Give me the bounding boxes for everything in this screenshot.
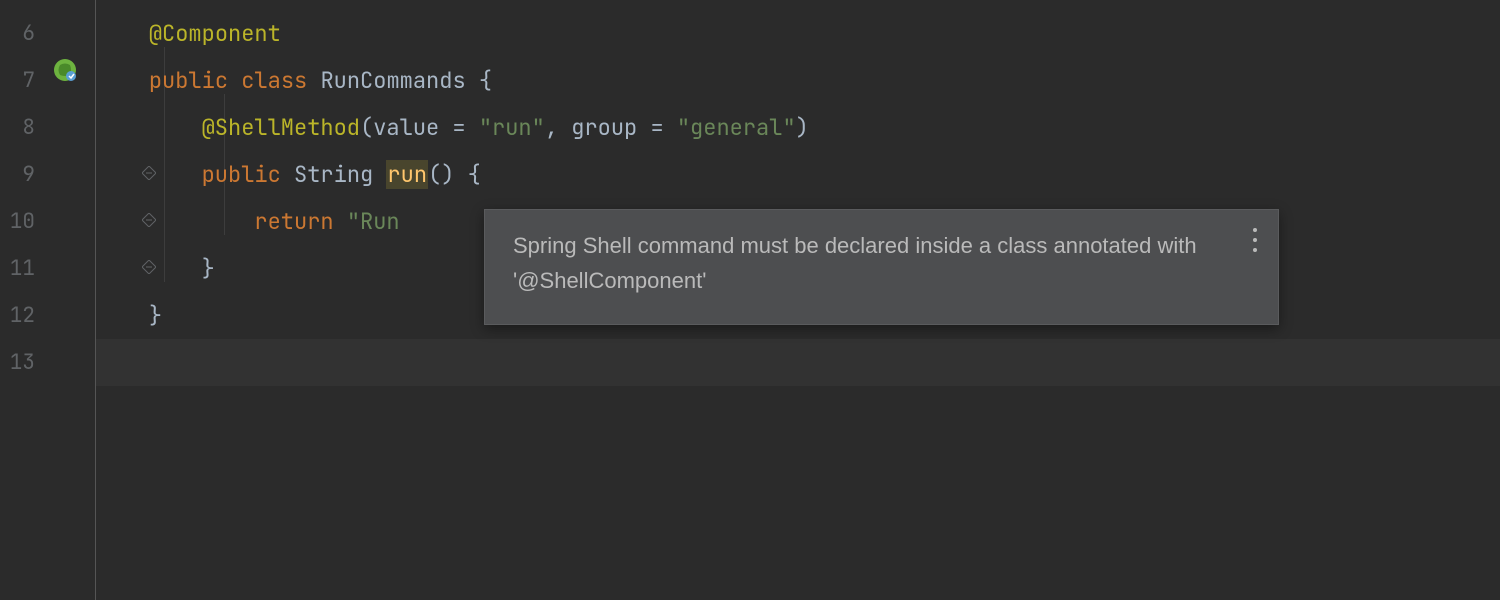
closing-brace: } xyxy=(149,301,162,330)
string-literal-partial: "Run xyxy=(347,207,400,236)
method-name-warning: run xyxy=(386,160,428,189)
line-numbers: 6 7 8 9 10 11 12 13 xyxy=(0,10,95,386)
line-number[interactable]: 7 xyxy=(0,57,95,104)
line-number[interactable]: 13 xyxy=(0,339,95,386)
code-line-7[interactable]: public class RunCommands { xyxy=(96,57,1500,104)
annotation-component: @Component xyxy=(149,19,281,48)
tooltip-message: Spring Shell command must be declared in… xyxy=(513,233,1197,293)
code-line-8[interactable]: @ShellMethod(value = "run", group = "gen… xyxy=(96,104,1500,151)
keyword-return: return xyxy=(254,207,333,236)
keyword-public: public xyxy=(149,66,228,95)
spring-bean-gutter-icon[interactable] xyxy=(52,57,78,83)
editor-gutter: 6 7 8 9 10 11 12 13 xyxy=(0,0,95,600)
line-number[interactable]: 9 xyxy=(0,151,95,198)
code-line-6[interactable]: @Component xyxy=(96,10,1500,57)
keyword-public: public xyxy=(202,160,281,189)
code-line-9[interactable]: public String run() { xyxy=(96,151,1500,198)
line-number[interactable]: 10 xyxy=(0,198,95,245)
type-string: String xyxy=(294,160,373,189)
tooltip-more-vertical-icon[interactable] xyxy=(1246,228,1264,252)
annotation-shellmethod: @ShellMethod xyxy=(202,113,360,142)
code-line-13-current[interactable] xyxy=(96,339,1500,386)
class-name: RunCommands xyxy=(320,66,465,95)
inspection-tooltip: Spring Shell command must be declared in… xyxy=(484,209,1279,325)
line-number[interactable]: 6 xyxy=(0,10,95,57)
line-number[interactable]: 12 xyxy=(0,292,95,339)
string-literal: "run" xyxy=(479,113,545,142)
line-number[interactable]: 8 xyxy=(0,104,95,151)
closing-brace: } xyxy=(202,254,215,283)
line-number[interactable]: 11 xyxy=(0,245,95,292)
string-literal: "general" xyxy=(677,113,796,142)
keyword-class: class xyxy=(241,66,307,95)
